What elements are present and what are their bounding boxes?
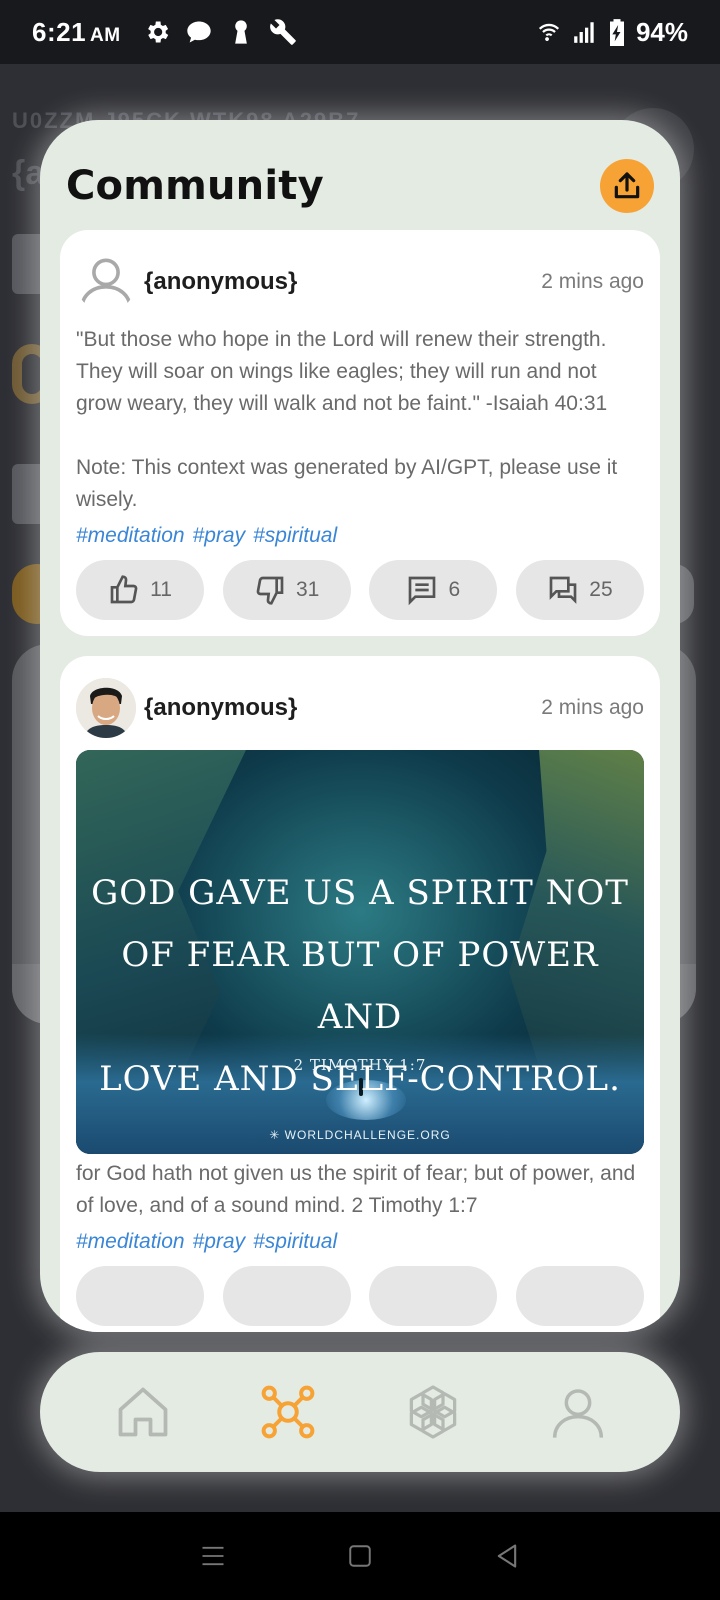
post-tags: #meditation #pray #spiritual [76, 1230, 644, 1254]
share-button[interactable] [600, 159, 654, 213]
forum-icon [549, 576, 577, 604]
post-username[interactable]: {anonymous} [144, 268, 297, 296]
square-icon [349, 1545, 371, 1567]
battery-charging-icon [609, 19, 624, 46]
status-time: 6:21 AM [32, 16, 121, 47]
hashtag[interactable]: #pray [193, 1230, 246, 1254]
bottom-navigation [40, 1352, 680, 1472]
menu-lines-icon [202, 1546, 224, 1566]
battery-percentage: 94% [635, 16, 688, 47]
wrench-icon [269, 19, 296, 45]
post-timestamp: 2 mins ago [541, 270, 644, 293]
nav-profile[interactable] [543, 1377, 613, 1447]
person-outline-icon [80, 258, 132, 309]
nav-community[interactable] [253, 1377, 323, 1447]
page-title: Community [66, 163, 324, 209]
post-actions: 11 31 6 25 [76, 560, 644, 620]
hashtag[interactable]: #meditation [76, 524, 185, 548]
discussion-count: 25 [589, 578, 613, 601]
recent-apps-button[interactable] [193, 1536, 233, 1576]
avatar[interactable] [76, 252, 136, 312]
notification-icons [143, 18, 297, 46]
share-upload-icon [614, 172, 640, 199]
hashtag[interactable]: #pray [193, 524, 246, 548]
ai-chat-icon [409, 1385, 456, 1439]
comment-button[interactable] [369, 1266, 498, 1326]
community-panel: Community {anonymous} 2 mins ago "But th… [40, 120, 680, 1332]
like-button[interactable] [76, 1266, 204, 1326]
post-header: {anonymous} 2 mins ago [76, 250, 644, 314]
hashtag[interactable]: #spiritual [253, 1230, 337, 1254]
comment-button[interactable]: 6 [369, 560, 498, 620]
hashtag[interactable]: #spiritual [253, 524, 337, 548]
chat-bubble-icon [186, 21, 211, 43]
hashtag[interactable]: #meditation [76, 1230, 185, 1254]
back-button[interactable] [487, 1536, 527, 1576]
post-body: "But those who hope in the Lord will ren… [76, 328, 618, 511]
signal-icon [574, 22, 594, 43]
settings-icon [147, 21, 168, 43]
image-reference: 2 TIMOTHY 1:7 [293, 1056, 427, 1074]
image-quote-line: GOD GAVE US A SPIRIT NOT [91, 873, 629, 913]
post-card: {anonymous} 2 mins ago GOD GAVE US A SPI… [60, 656, 660, 1332]
like-button[interactable]: 11 [76, 560, 204, 620]
nav-ai-chat[interactable] [398, 1377, 468, 1447]
like-count: 11 [150, 578, 172, 601]
wifi-icon [538, 23, 560, 41]
back-triangle-icon [497, 1544, 516, 1568]
system-status: 94% [534, 17, 688, 48]
post-header: {anonymous} 2 mins ago [76, 676, 644, 740]
thumbs-up-icon [110, 575, 138, 604]
user-photo-icon [76, 678, 136, 738]
discussion-button[interactable]: 25 [515, 560, 644, 620]
post-actions [76, 1266, 644, 1326]
community-icon [261, 1385, 314, 1439]
post-image[interactable]: GOD GAVE US A SPIRIT NOT OF FEAR BUT OF … [76, 750, 644, 1154]
discussion-button[interactable] [515, 1266, 644, 1326]
dislike-button[interactable] [222, 1266, 351, 1326]
post-username[interactable]: {anonymous} [144, 694, 297, 722]
post-card: {anonymous} 2 mins ago "But those who ho… [60, 230, 660, 636]
comment-icon [409, 576, 436, 606]
community-header: Community [66, 150, 654, 222]
dislike-button[interactable]: 31 [222, 560, 351, 620]
dislike-count: 31 [295, 578, 320, 601]
post-body: for God hath not given us the spirit of … [76, 1162, 636, 1217]
home-icon [118, 1387, 167, 1437]
status-bar: 6:21 AM 94% [0, 0, 720, 64]
nav-home[interactable] [108, 1377, 178, 1447]
system-navigation-bar [0, 1512, 720, 1600]
keyhole-icon [234, 20, 247, 44]
avatar[interactable] [76, 678, 136, 738]
post-tags: #meditation #pray #spiritual [76, 524, 644, 548]
image-watermark: ✳ WORLDCHALLENGE.ORG [269, 1128, 451, 1142]
community-feed[interactable]: {anonymous} 2 mins ago "But those who ho… [60, 230, 660, 1332]
thumbs-down-icon [256, 576, 284, 605]
comment-count: 6 [448, 578, 461, 601]
image-quote-line: OF FEAR BUT OF POWER AND [121, 935, 599, 1037]
home-system-button[interactable] [340, 1536, 380, 1576]
post-timestamp: 2 mins ago [541, 696, 644, 719]
profile-icon [552, 1389, 603, 1438]
